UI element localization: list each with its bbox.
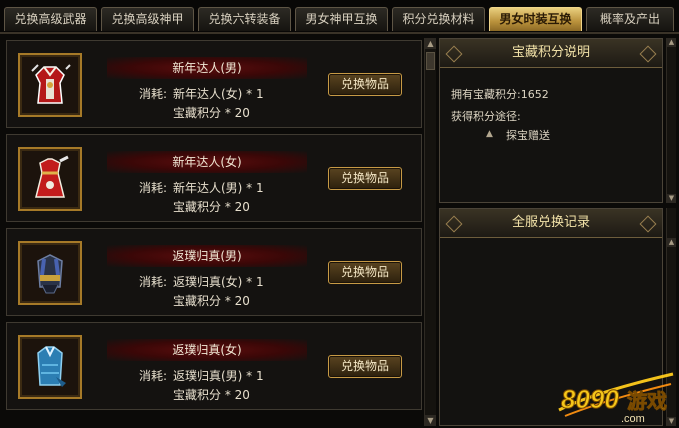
- bullet-arrow-icon: ▲: [486, 129, 493, 139]
- points-info-title: 宝藏积分说明: [440, 39, 662, 68]
- item-cost: 消耗: 新年达人(男) * 1 宝藏积分 * 20: [139, 179, 329, 217]
- exchange-button[interactable]: 兑换物品: [328, 73, 402, 96]
- info-scrollbar[interactable]: ▲ ▼: [666, 38, 676, 203]
- cost-points: 宝藏积分 * 20: [173, 200, 250, 214]
- item-slot[interactable]: [18, 335, 82, 399]
- item-name: 返璞归真(男): [172, 249, 242, 263]
- exchange-record-title: 全服兑换记录: [440, 209, 662, 238]
- cost-label: 消耗:: [139, 87, 168, 101]
- item-cost: 消耗: 返璞归真(女) * 1 宝藏积分 * 20: [139, 273, 329, 311]
- tab-divider: [0, 32, 679, 34]
- info-scroll-down-icon[interactable]: ▼: [667, 194, 676, 203]
- cost-label: 消耗:: [139, 275, 168, 289]
- festive-robe-icon: [31, 64, 71, 104]
- site-watermark-logo: 8090 游戏 .com: [555, 370, 677, 425]
- item-slot[interactable]: [18, 53, 82, 117]
- cost-points: 宝藏积分 * 20: [173, 106, 250, 120]
- cost-label: 消耗:: [139, 181, 168, 195]
- item-cost: 消耗: 返璞归真(男) * 1 宝藏积分 * 20: [139, 367, 329, 405]
- tab-fashion-swap[interactable]: 男女时装互换: [489, 7, 582, 31]
- cost-label: 消耗:: [139, 369, 168, 383]
- watermark-domain: .com: [621, 413, 645, 425]
- exchange-button[interactable]: 兑换物品: [328, 355, 402, 378]
- exchange-list: 新年达人(男) 消耗: 新年达人(女) * 1 宝藏积分 * 20 兑换物品 新年…: [6, 38, 422, 426]
- cost-item: 返璞归真(女) * 1: [173, 275, 264, 289]
- cost-points: 宝藏积分 * 20: [173, 294, 250, 308]
- tab-six-turn-gear[interactable]: 兑换六转装备: [198, 7, 291, 31]
- festive-dress-icon: [35, 155, 69, 198]
- exchange-button[interactable]: 兑换物品: [328, 261, 402, 284]
- cost-item: 新年达人(女) * 1: [173, 87, 264, 101]
- exchange-button[interactable]: 兑换物品: [328, 167, 402, 190]
- tab-probability[interactable]: 概率及产出: [586, 7, 674, 31]
- scroll-down-icon[interactable]: ▼: [425, 415, 436, 426]
- item-slot[interactable]: [18, 241, 82, 305]
- points-balance: 拥有宝藏积分:1652: [451, 88, 549, 101]
- info-scroll-up-icon[interactable]: ▲: [667, 38, 676, 47]
- points-info-panel: 宝藏积分说明 拥有宝藏积分:1652 获得积分途径: ▲ 探宝赠送: [439, 38, 663, 203]
- points-source-title: 获得积分途径:: [451, 110, 521, 123]
- cost-item: 返璞归真(男) * 1: [173, 369, 264, 383]
- tab-armor[interactable]: 兑换高级神甲: [101, 7, 194, 31]
- exchange-item: 返璞归真(女) 消耗: 返璞归真(男) * 1 宝藏积分 * 20 兑换物品: [6, 322, 422, 410]
- blue-robe-icon: [37, 346, 66, 387]
- list-scrollbar[interactable]: ▲ ▼: [424, 38, 436, 426]
- points-source-item: 探宝赠送: [506, 129, 550, 142]
- tab-points-materials[interactable]: 积分兑换材料: [392, 7, 485, 31]
- exchange-item: 新年达人(女) 消耗: 新年达人(男) * 1 宝藏积分 * 20 兑换物品: [6, 134, 422, 222]
- watermark-number: 8090: [561, 384, 619, 414]
- item-name: 新年达人(男): [172, 61, 242, 75]
- item-name: 返璞归真(女): [172, 343, 242, 357]
- cost-points: 宝藏积分 * 20: [173, 388, 250, 402]
- tab-bar: 兑换高级武器 兑换高级神甲 兑换六转装备 男女神甲互换 积分兑换材料 男女时装互…: [0, 0, 679, 34]
- dark-armor-icon: [37, 254, 63, 294]
- tab-armor-swap[interactable]: 男女神甲互换: [295, 7, 388, 31]
- tab-weapons[interactable]: 兑换高级武器: [4, 7, 97, 31]
- record-scroll-up-icon[interactable]: ▲: [667, 238, 676, 247]
- exchange-item: 新年达人(男) 消耗: 新年达人(女) * 1 宝藏积分 * 20 兑换物品: [6, 40, 422, 128]
- scroll-thumb[interactable]: [426, 52, 435, 70]
- watermark-swoosh-icon: 8090 游戏 .com: [558, 372, 674, 425]
- cost-item: 新年达人(男) * 1: [173, 181, 264, 195]
- item-cost: 消耗: 新年达人(女) * 1 宝藏积分 * 20: [139, 85, 329, 123]
- watermark-text: 游戏: [627, 389, 667, 413]
- item-slot[interactable]: [18, 147, 82, 211]
- item-name: 新年达人(女): [172, 155, 242, 169]
- exchange-item: 返璞归真(男) 消耗: 返璞归真(女) * 1 宝藏积分 * 20 兑换物品: [6, 228, 422, 316]
- scroll-up-icon[interactable]: ▲: [425, 38, 436, 49]
